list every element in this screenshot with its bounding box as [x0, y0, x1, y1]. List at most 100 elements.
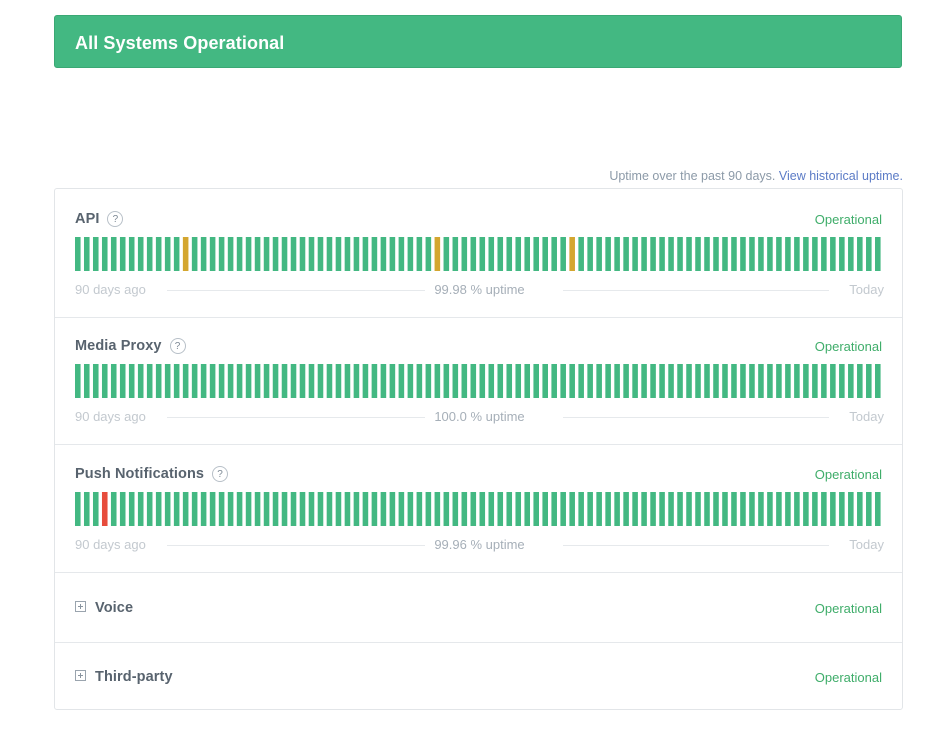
uptime-day-bar[interactable] [389, 364, 396, 398]
uptime-day-bar[interactable] [776, 492, 782, 526]
uptime-day-bar[interactable] [461, 492, 468, 526]
uptime-day-bar[interactable] [650, 237, 656, 271]
uptime-day-bar[interactable] [83, 364, 90, 398]
uptime-day-bar[interactable] [245, 237, 252, 271]
uptime-day-bar[interactable] [551, 492, 557, 526]
uptime-day-bar[interactable] [704, 237, 710, 271]
uptime-day-bar[interactable] [839, 237, 845, 271]
uptime-day-bar[interactable] [722, 364, 728, 398]
uptime-day-bar[interactable] [362, 492, 369, 526]
uptime-day-bar[interactable] [749, 237, 755, 271]
uptime-day-bar[interactable] [605, 364, 611, 398]
uptime-day-bar[interactable] [695, 492, 701, 526]
uptime-day-bar[interactable] [560, 237, 566, 271]
uptime-day-bar[interactable] [146, 492, 153, 526]
uptime-day-bar[interactable] [524, 364, 531, 398]
uptime-day-bar[interactable] [353, 492, 360, 526]
uptime-day-bar[interactable] [92, 237, 99, 271]
uptime-day-bar[interactable] [641, 237, 647, 271]
uptime-day-bar[interactable] [605, 492, 611, 526]
uptime-day-bar[interactable] [533, 237, 539, 271]
uptime-day-bar[interactable] [434, 237, 441, 271]
uptime-day-bar[interactable] [407, 492, 414, 526]
uptime-day-bar[interactable] [75, 492, 81, 526]
uptime-day-bar[interactable] [191, 492, 198, 526]
uptime-day-bar[interactable] [461, 364, 468, 398]
uptime-day-bar[interactable] [83, 237, 90, 271]
uptime-day-bar[interactable] [668, 237, 674, 271]
uptime-day-bar[interactable] [560, 492, 566, 526]
uptime-day-bar[interactable] [848, 364, 854, 398]
uptime-day-bar[interactable] [731, 237, 737, 271]
uptime-day-bar[interactable] [443, 237, 450, 271]
uptime-day-bar[interactable] [308, 492, 315, 526]
uptime-day-bar[interactable] [182, 492, 189, 526]
uptime-day-bar[interactable] [839, 492, 845, 526]
uptime-day-bar[interactable] [155, 492, 162, 526]
uptime-day-bar[interactable] [209, 364, 216, 398]
uptime-day-bar[interactable] [227, 364, 234, 398]
uptime-day-bar[interactable] [299, 492, 306, 526]
uptime-day-bar[interactable] [812, 237, 818, 271]
uptime-day-bar[interactable] [758, 492, 764, 526]
uptime-day-bar[interactable] [75, 364, 81, 398]
uptime-day-bar[interactable] [821, 492, 827, 526]
uptime-day-bar[interactable] [416, 364, 423, 398]
uptime-day-bar[interactable] [173, 364, 180, 398]
uptime-day-bar[interactable] [623, 492, 629, 526]
uptime-day-bar[interactable] [137, 364, 144, 398]
uptime-day-bar[interactable] [263, 492, 270, 526]
uptime-day-bar[interactable] [407, 237, 414, 271]
uptime-day-bar[interactable] [92, 492, 99, 526]
uptime-day-bar[interactable] [434, 492, 441, 526]
uptime-day-bar[interactable] [416, 492, 423, 526]
uptime-day-bar[interactable] [173, 237, 180, 271]
uptime-day-bar[interactable] [569, 492, 575, 526]
uptime-day-bar[interactable] [272, 364, 279, 398]
uptime-day-bar[interactable] [326, 237, 333, 271]
uptime-day-bar[interactable] [821, 364, 827, 398]
uptime-day-bar[interactable] [848, 237, 854, 271]
uptime-day-bar[interactable] [308, 364, 315, 398]
uptime-day-bar[interactable] [794, 492, 800, 526]
uptime-day-bar[interactable] [164, 492, 171, 526]
uptime-day-bar[interactable] [416, 237, 423, 271]
uptime-day-bar[interactable] [704, 492, 710, 526]
uptime-day-bar[interactable] [803, 364, 809, 398]
uptime-day-bar[interactable] [128, 492, 135, 526]
uptime-day-bar[interactable] [713, 237, 719, 271]
uptime-day-bar[interactable] [92, 364, 99, 398]
uptime-day-bar[interactable] [488, 492, 495, 526]
uptime-day-bar[interactable] [335, 492, 342, 526]
uptime-day-bar[interactable] [668, 492, 674, 526]
uptime-day-bar[interactable] [875, 237, 881, 271]
uptime-day-bar[interactable] [677, 237, 683, 271]
uptime-day-bar[interactable] [632, 364, 638, 398]
uptime-day-bar[interactable] [353, 364, 360, 398]
uptime-day-bar[interactable] [533, 364, 539, 398]
uptime-day-bar[interactable] [317, 492, 324, 526]
uptime-day-bar[interactable] [281, 237, 288, 271]
uptime-day-bar[interactable] [848, 492, 854, 526]
uptime-day-bar[interactable] [344, 364, 351, 398]
uptime-day-bar[interactable] [515, 364, 522, 398]
uptime-day-bar[interactable] [434, 364, 441, 398]
uptime-day-bar[interactable] [830, 492, 836, 526]
uptime-day-bar[interactable] [353, 237, 360, 271]
uptime-day-bar[interactable] [146, 364, 153, 398]
uptime-day-bar[interactable] [587, 492, 593, 526]
uptime-day-bar[interactable] [659, 492, 665, 526]
uptime-day-bar[interactable] [596, 237, 602, 271]
uptime-day-bar[interactable] [470, 237, 477, 271]
uptime-day-bar[interactable] [236, 364, 243, 398]
uptime-day-bar[interactable] [344, 492, 351, 526]
uptime-day-bar[interactable] [218, 364, 225, 398]
uptime-day-bar[interactable] [335, 364, 342, 398]
uptime-day-bar[interactable] [875, 492, 881, 526]
uptime-day-bar[interactable] [839, 364, 845, 398]
uptime-day-bar[interactable] [299, 237, 306, 271]
uptime-day-bar[interactable] [794, 364, 800, 398]
uptime-day-bar[interactable] [425, 237, 432, 271]
uptime-day-bar[interactable] [326, 492, 333, 526]
uptime-day-bar[interactable] [173, 492, 180, 526]
